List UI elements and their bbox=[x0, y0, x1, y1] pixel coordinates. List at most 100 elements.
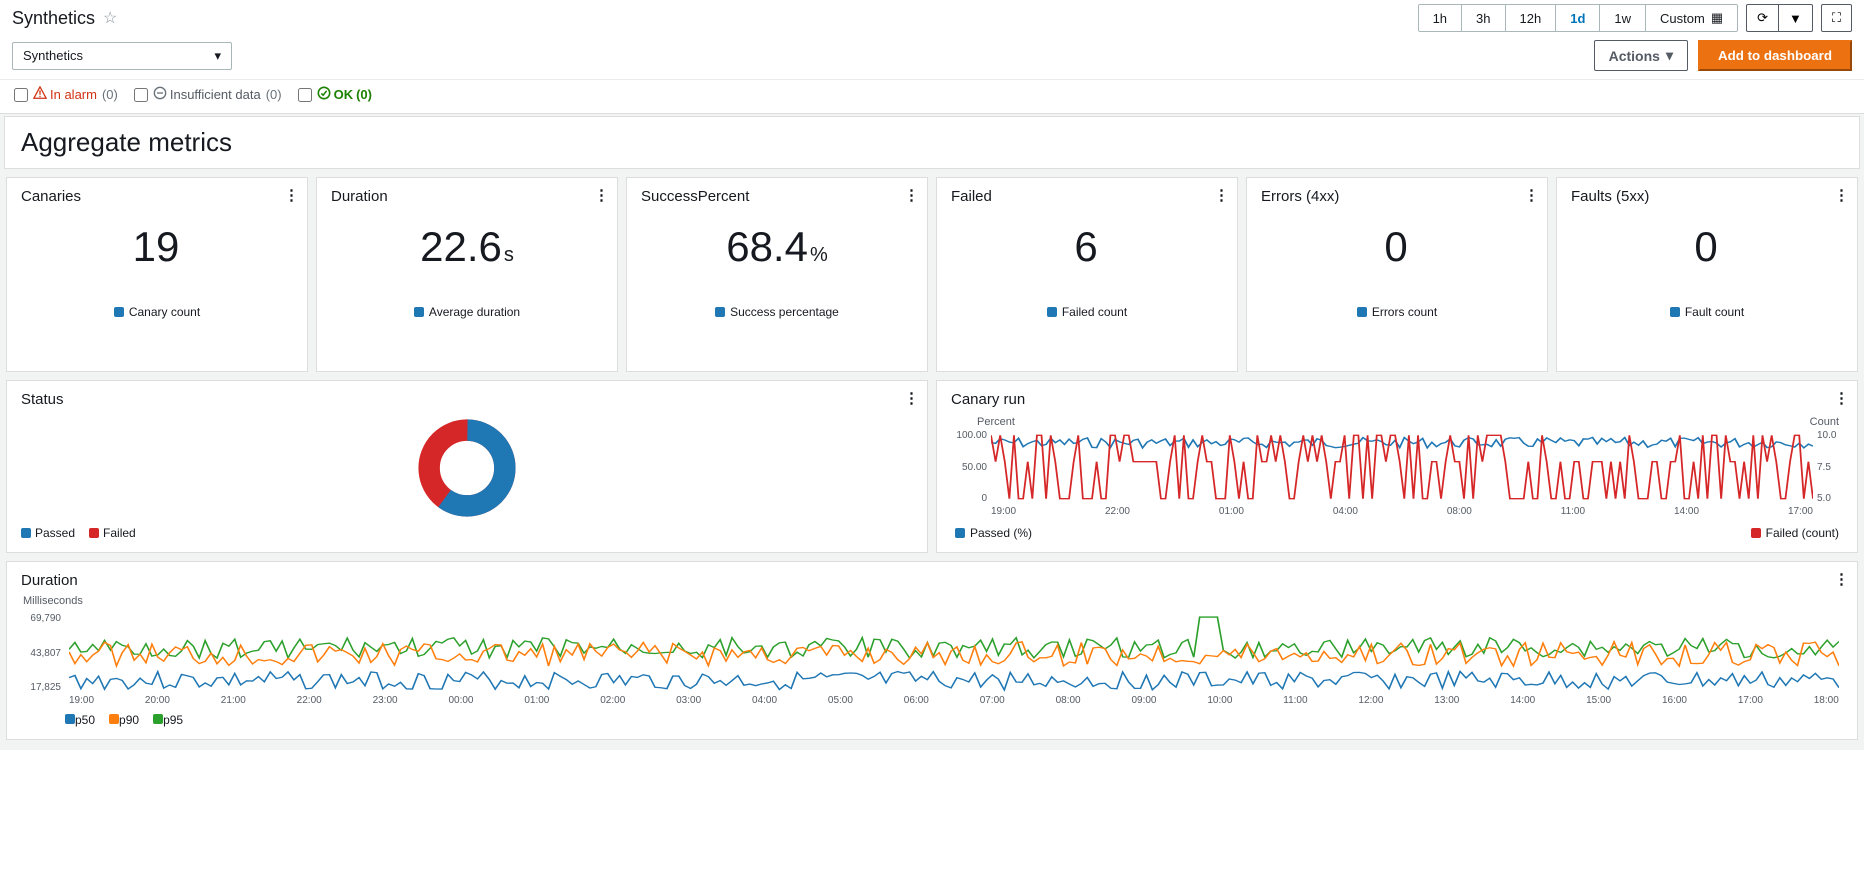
y-tick: 5.0 bbox=[1817, 493, 1843, 504]
duration-chart: 69,790 43,807 17,825 19:0020:0021:0022:0… bbox=[21, 613, 1843, 709]
chevron-down-icon: ▾ bbox=[214, 48, 221, 64]
refresh-button-group: ⟳ ▼ bbox=[1746, 4, 1813, 32]
widget-duration-chart: ⋮ Duration Milliseconds 69,790 43,807 17… bbox=[6, 561, 1858, 740]
ok-checkbox[interactable] bbox=[298, 88, 312, 102]
dashboard-area: Aggregate metrics ⋮ Canaries 19 Canary c… bbox=[0, 113, 1864, 750]
x-tick: 11:00 bbox=[1561, 506, 1585, 520]
y-tick: 100.00 bbox=[951, 430, 987, 441]
x-tick: 06:00 bbox=[904, 695, 929, 709]
insufficient-checkbox[interactable] bbox=[134, 88, 148, 102]
in-alarm-checkbox[interactable] bbox=[14, 88, 28, 102]
time-range-12h[interactable]: 12h bbox=[1506, 5, 1557, 31]
toolbar-row: Synthetics ▾ Actions ▾ Add to dashboard bbox=[0, 34, 1864, 80]
x-tick: 01:00 bbox=[1219, 506, 1244, 520]
time-range-custom[interactable]: Custom ▦ bbox=[1646, 5, 1737, 31]
widget-menu-icon[interactable]: ⋮ bbox=[904, 389, 919, 407]
x-tick: 04:00 bbox=[752, 695, 777, 709]
x-tick: 19:00 bbox=[69, 695, 94, 709]
add-to-dashboard-button[interactable]: Add to dashboard bbox=[1698, 40, 1852, 71]
widget-menu-icon[interactable]: ⋮ bbox=[284, 186, 299, 204]
legend-swatch bbox=[955, 528, 965, 538]
widget-menu-icon[interactable]: ⋮ bbox=[1834, 389, 1849, 407]
time-range-1d[interactable]: 1d bbox=[1556, 5, 1600, 31]
refresh-dropdown-button[interactable]: ▼ bbox=[1779, 4, 1813, 32]
actions-button[interactable]: Actions ▾ bbox=[1594, 40, 1688, 71]
time-range-1h[interactable]: 1h bbox=[1419, 5, 1462, 31]
widget-successpercent: ⋮ SuccessPercent 68.4% Success percentag… bbox=[626, 177, 928, 372]
metric-value: 0 bbox=[1384, 223, 1407, 271]
legend-swatch bbox=[114, 307, 124, 317]
widget-menu-icon[interactable]: ⋮ bbox=[1834, 570, 1849, 588]
duration-row: ⋮ Duration Milliseconds 69,790 43,807 17… bbox=[2, 561, 1862, 740]
duration-legend: p50 p90 p95 bbox=[21, 709, 1843, 727]
metric-legend: Average duration bbox=[429, 305, 520, 319]
widget-duration: ⋮ Duration 22.6s Average duration bbox=[316, 177, 618, 372]
time-range-1w[interactable]: 1w bbox=[1600, 5, 1646, 31]
legend-swatch bbox=[414, 307, 424, 317]
legend-swatch bbox=[89, 528, 99, 538]
section-title: Aggregate metrics bbox=[21, 127, 1843, 158]
legend-swatch bbox=[1357, 307, 1367, 317]
time-range-3h[interactable]: 3h bbox=[1462, 5, 1505, 31]
y-tick: 69,790 bbox=[21, 613, 61, 624]
legend-label: p95 bbox=[163, 713, 183, 727]
refresh-button[interactable]: ⟳ bbox=[1746, 4, 1779, 32]
widget-canaries: ⋮ Canaries 19 Canary count bbox=[6, 177, 308, 372]
legend-swatch bbox=[1670, 307, 1680, 317]
metric-value: 19 bbox=[133, 223, 180, 271]
widget-title: Failed bbox=[951, 188, 1223, 205]
widget-menu-icon[interactable]: ⋮ bbox=[1214, 186, 1229, 204]
in-alarm-count: (0) bbox=[102, 87, 118, 102]
widget-title: Duration bbox=[21, 572, 1843, 589]
metric-legend: Fault count bbox=[1685, 305, 1744, 319]
page-title: Synthetics bbox=[12, 8, 95, 29]
x-tick: 21:00 bbox=[221, 695, 246, 709]
expand-icon: ⛶ bbox=[1832, 10, 1841, 26]
alarm-filter-insufficient[interactable]: Insufficient data (0) bbox=[134, 86, 282, 103]
x-tick: 09:00 bbox=[1131, 695, 1156, 709]
expand-button[interactable]: ⛶ bbox=[1821, 4, 1852, 32]
legend-label: Passed bbox=[35, 526, 75, 540]
x-tick: 23:00 bbox=[373, 695, 398, 709]
x-tick: 16:00 bbox=[1662, 695, 1687, 709]
y-tick: 17,825 bbox=[21, 682, 61, 693]
status-donut-chart bbox=[21, 414, 913, 522]
widget-title: Duration bbox=[331, 188, 603, 205]
legend-label: Failed bbox=[103, 526, 136, 540]
alarm-triangle-icon bbox=[33, 86, 47, 103]
alarm-filter-in-alarm[interactable]: In alarm (0) bbox=[14, 86, 118, 103]
metric-legend: Success percentage bbox=[730, 305, 839, 319]
legend-swatch bbox=[21, 528, 31, 538]
metric-value: 68.4 bbox=[726, 223, 808, 271]
widget-menu-icon[interactable]: ⋮ bbox=[1524, 186, 1539, 204]
legend-swatch bbox=[1047, 307, 1057, 317]
namespace-select[interactable]: Synthetics ▾ bbox=[12, 42, 232, 70]
alarm-filter-ok[interactable]: OK (0) bbox=[298, 86, 372, 103]
metric-legend: Errors count bbox=[1372, 305, 1437, 319]
widget-menu-icon[interactable]: ⋮ bbox=[594, 186, 609, 204]
widget-menu-icon[interactable]: ⋮ bbox=[1834, 186, 1849, 204]
x-tick: 14:00 bbox=[1510, 695, 1535, 709]
metric-unit: % bbox=[810, 244, 828, 267]
metric-value: 0 bbox=[1694, 223, 1717, 271]
favorite-star-icon[interactable]: ☆ bbox=[103, 8, 117, 28]
legend-swatch bbox=[153, 714, 163, 724]
time-range-selector: 1h 3h 12h 1d 1w Custom ▦ bbox=[1418, 4, 1739, 32]
x-tick: 04:00 bbox=[1333, 506, 1358, 520]
metric-value: 6 bbox=[1074, 223, 1097, 271]
insufficient-minus-icon bbox=[153, 86, 167, 103]
widget-title: Errors (4xx) bbox=[1261, 188, 1533, 205]
widget-menu-icon[interactable]: ⋮ bbox=[904, 186, 919, 204]
chevron-down-icon: ▾ bbox=[1666, 47, 1673, 64]
legend-label: p50 bbox=[75, 713, 95, 727]
custom-label: Custom bbox=[1660, 11, 1705, 26]
x-tick: 13:00 bbox=[1434, 695, 1459, 709]
ok-check-icon bbox=[317, 86, 331, 103]
y-tick: 10.0 bbox=[1817, 430, 1843, 441]
x-tick: 05:00 bbox=[828, 695, 853, 709]
legend-label: Passed (%) bbox=[970, 526, 1032, 540]
widget-title: Faults (5xx) bbox=[1571, 188, 1843, 205]
alarm-filter-row: In alarm (0) Insufficient data (0) OK (0… bbox=[0, 80, 1864, 113]
legend-swatch bbox=[715, 307, 725, 317]
canary-run-chart: 100.00 50.00 0 10.0 7.5 5.0 19:00 bbox=[951, 430, 1843, 520]
